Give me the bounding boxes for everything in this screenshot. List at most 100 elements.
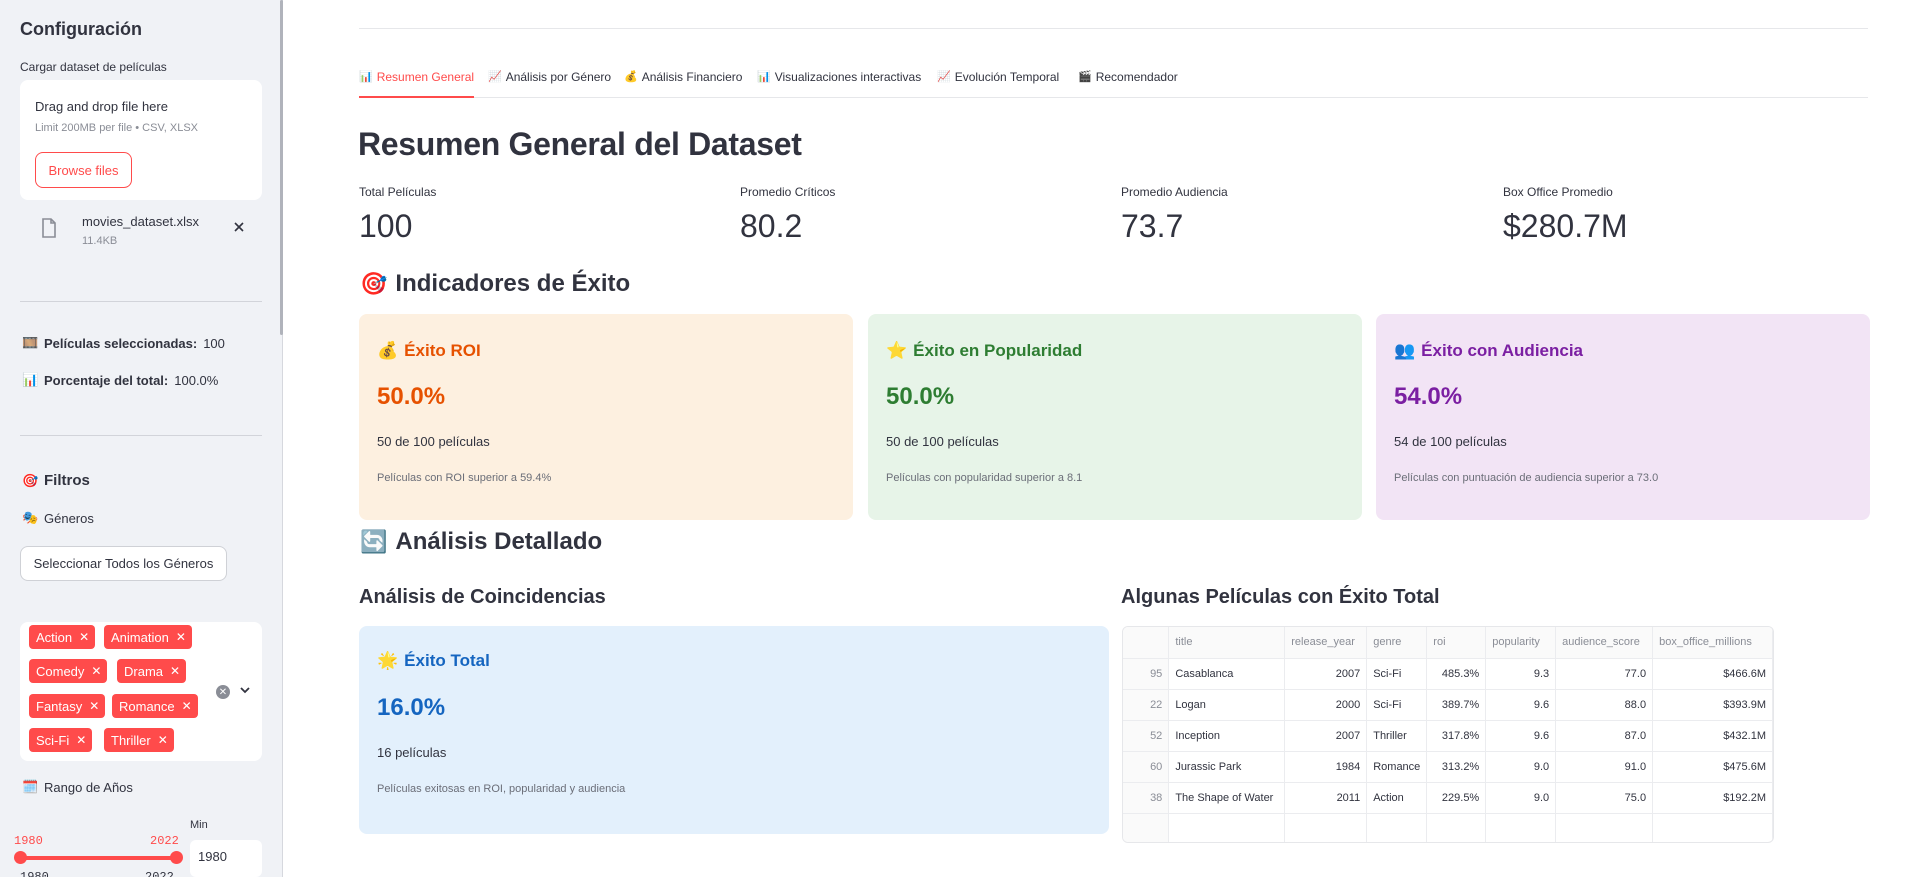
genre-tag[interactable]: Comedy ✕ bbox=[29, 659, 108, 683]
table-row[interactable]: 22 Logan 2000 Sci-Fi 389.7% 9.6 88.0 $39… bbox=[1123, 689, 1773, 721]
coincidences-title: Análisis de Coincidencias bbox=[359, 586, 606, 608]
genre-tag[interactable]: Action ✕ bbox=[29, 625, 96, 649]
filters-title-text: Filtros bbox=[44, 472, 90, 489]
cell-title: The Shape of Water bbox=[1168, 782, 1286, 814]
sidebar-title: Configuración bbox=[20, 19, 142, 39]
metric-label: Total Películas bbox=[359, 185, 437, 199]
card-title-text: Éxito ROI bbox=[404, 341, 481, 360]
select-all-genres-button[interactable]: Seleccionar Todos los Géneros bbox=[20, 546, 227, 581]
tab-evolucion-temporal[interactable]: 📈 Evolución Temporal bbox=[937, 70, 1059, 98]
column-header[interactable]: title bbox=[1168, 627, 1286, 659]
slider-low-handle[interactable] bbox=[14, 851, 27, 864]
genre-tag-label: Action bbox=[36, 629, 73, 645]
file-dropzone[interactable]: Drag and drop file here Limit 200MB per … bbox=[20, 80, 262, 200]
sidebar-scrollbar[interactable] bbox=[280, 0, 283, 335]
remove-tag-icon[interactable]: ✕ bbox=[91, 664, 101, 678]
remove-tag-icon[interactable]: ✕ bbox=[170, 664, 180, 678]
column-header[interactable]: popularity bbox=[1485, 627, 1557, 659]
column-header[interactable]: box_office_millions bbox=[1652, 627, 1773, 659]
genre-tag[interactable]: Thriller ✕ bbox=[104, 728, 174, 752]
column-header[interactable]: roi bbox=[1426, 627, 1487, 659]
metric-label: Promedio Críticos bbox=[740, 185, 836, 199]
tab-analisis-financiero[interactable]: 💰 Análisis Financiero bbox=[624, 70, 742, 98]
row-index: 95 bbox=[1123, 658, 1170, 690]
tab-label: Análisis por Género bbox=[505, 70, 612, 84]
remove-file-icon[interactable] bbox=[232, 220, 246, 234]
genre-tag[interactable]: Sci-Fi ✕ bbox=[29, 728, 93, 752]
table-row[interactable]: 52 Inception 2007 Thriller 317.8% 9.6 87… bbox=[1123, 720, 1773, 752]
tab-recomendador[interactable]: 🎬 Recomendador bbox=[1078, 70, 1178, 98]
bar-chart-icon: 📊 bbox=[757, 71, 771, 83]
remove-tag-icon[interactable]: ✕ bbox=[182, 699, 192, 713]
genre-tag-label: Thriller bbox=[111, 732, 151, 748]
column-header[interactable] bbox=[1123, 627, 1170, 659]
slider-high-handle[interactable] bbox=[170, 851, 183, 864]
table-header-row: title release_year genre roi popularity … bbox=[1123, 627, 1773, 659]
card-description: Películas con ROI superior a 59.4% bbox=[377, 472, 552, 484]
card-title: ⭐ Éxito en Popularidad bbox=[886, 341, 1082, 361]
bar-chart-icon: 📊 bbox=[359, 71, 373, 83]
card-description: Películas con puntuación de audiencia su… bbox=[1394, 472, 1659, 484]
selected-movies-stat: 🎞️ Películas seleccionadas: 100 bbox=[22, 335, 225, 351]
remove-tag-icon[interactable]: ✕ bbox=[89, 699, 99, 713]
cell-genre: Thriller bbox=[1366, 720, 1428, 752]
table-row[interactable]: 95 Casablanca 2007 Sci-Fi 485.3% 9.3 77.… bbox=[1123, 658, 1773, 690]
cell-audience-score: 77.0 bbox=[1555, 658, 1654, 690]
genre-tag[interactable]: Romance ✕ bbox=[112, 694, 198, 718]
genre-tag[interactable]: Drama ✕ bbox=[117, 659, 187, 683]
cell-release-year: 2007 bbox=[1284, 720, 1368, 752]
min-year-input[interactable]: 1980 bbox=[190, 840, 262, 877]
clear-selection-icon[interactable]: ✕ bbox=[216, 685, 230, 699]
years-label: 🗓️ Rango de Años bbox=[22, 779, 133, 795]
tab-label: Análisis Financiero bbox=[641, 70, 743, 84]
remove-tag-icon[interactable]: ✕ bbox=[176, 630, 186, 644]
remove-tag-icon[interactable]: ✕ bbox=[158, 733, 168, 747]
file-size: 11.4KB bbox=[82, 235, 118, 247]
column-header[interactable]: release_year bbox=[1284, 627, 1368, 659]
slider-high-value: 2022 bbox=[150, 834, 179, 848]
genre-tag-label: Comedy bbox=[36, 663, 85, 679]
genre-tag-label: Animation bbox=[111, 629, 169, 645]
empty-cell bbox=[1284, 813, 1368, 842]
column-header[interactable]: genre bbox=[1366, 627, 1428, 659]
year-range-slider[interactable] bbox=[20, 856, 177, 860]
movies-table[interactable]: title release_year genre roi popularity … bbox=[1122, 626, 1774, 843]
table-row[interactable]: 60 Jurassic Park 1984 Romance 313.2% 9.0… bbox=[1123, 751, 1773, 783]
line-chart-icon: 📈 bbox=[488, 71, 502, 83]
calendar-icon: 🗓️ bbox=[22, 779, 39, 794]
remove-tag-icon[interactable]: ✕ bbox=[76, 733, 86, 747]
browse-files-button[interactable]: Browse files bbox=[35, 152, 132, 188]
cell-genre: Sci-Fi bbox=[1366, 689, 1428, 721]
file-name: movies_dataset.xlsx bbox=[82, 214, 200, 229]
cell-audience-score: 87.0 bbox=[1555, 720, 1654, 752]
row-index: 60 bbox=[1123, 751, 1170, 783]
upload-label: Cargar dataset de películas bbox=[20, 60, 167, 74]
tab-resumen-general[interactable]: 📊 Resumen General bbox=[359, 70, 475, 98]
cell-audience-score: 91.0 bbox=[1555, 751, 1654, 783]
genre-tag-label: Fantasy bbox=[36, 698, 83, 714]
genre-tag-label: Drama bbox=[124, 663, 164, 679]
tab-visualizaciones[interactable]: 📊 Visualizaciones interactivas bbox=[757, 70, 921, 98]
empty-cell bbox=[1485, 813, 1557, 842]
empty-cell bbox=[1426, 813, 1487, 842]
cell-release-year: 1984 bbox=[1284, 751, 1368, 783]
remove-tag-icon[interactable]: ✕ bbox=[79, 630, 89, 644]
cell-roi: 313.2% bbox=[1426, 751, 1487, 783]
genre-tag[interactable]: Fantasy ✕ bbox=[29, 694, 106, 718]
cell-popularity: 9.0 bbox=[1485, 782, 1557, 814]
metric-value: 73.7 bbox=[1121, 208, 1184, 244]
genre-tag[interactable]: Animation ✕ bbox=[104, 625, 192, 649]
column-header[interactable]: audience_score bbox=[1555, 627, 1654, 659]
table-row[interactable]: 38 The Shape of Water 2011 Action 229.5%… bbox=[1123, 782, 1773, 814]
cell-release-year: 2000 bbox=[1284, 689, 1368, 721]
tab-analisis-genero[interactable]: 📈 Análisis por Género bbox=[488, 70, 611, 98]
cell-popularity: 9.3 bbox=[1485, 658, 1557, 690]
film-icon: 🎞️ bbox=[22, 335, 39, 350]
audience-success-card: 👥 Éxito con Audiencia 54.0% 54 de 100 pel… bbox=[1376, 314, 1870, 520]
chevron-down-icon[interactable] bbox=[239, 684, 251, 696]
genres-multiselect[interactable]: Action ✕ Animation ✕ Comedy ✕ Drama ✕ Fantas… bbox=[20, 622, 262, 761]
cell-title: Inception bbox=[1168, 720, 1286, 752]
cell-box-office: $475.6M bbox=[1652, 751, 1773, 783]
cell-release-year: 2007 bbox=[1284, 658, 1368, 690]
theater-masks-icon: 🎭 bbox=[22, 510, 39, 525]
